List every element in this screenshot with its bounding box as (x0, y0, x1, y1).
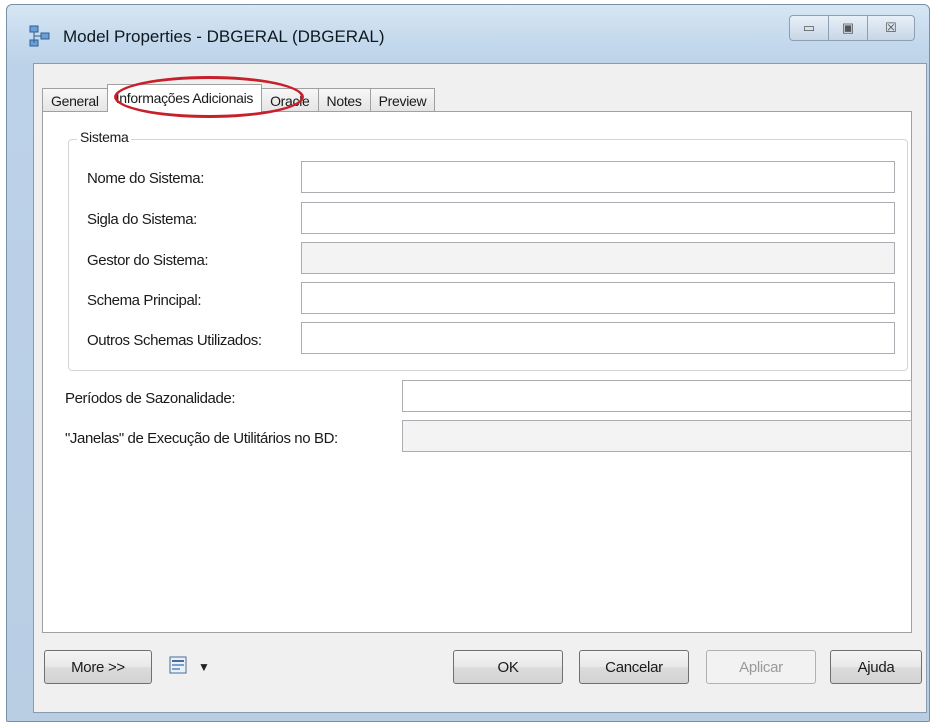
highlight-circle (114, 76, 304, 118)
field-label: Outros Schemas Utilizados: (87, 332, 262, 349)
schema-principal-input[interactable] (301, 282, 895, 314)
model-properties-icon (29, 25, 51, 47)
more-button[interactable]: More >> (44, 650, 152, 684)
window-title: Model Properties - DBGERAL (DBGERAL) (63, 27, 385, 46)
outros-schemas-input[interactable] (301, 322, 895, 354)
field-label: Períodos de Sazonalidade: (65, 390, 236, 407)
sigla-do-sistema-input[interactable] (301, 202, 895, 234)
field-label: "Janelas" de Execução de Utilitários no … (65, 430, 338, 447)
properties-menu-icon (168, 654, 190, 680)
field-label: Nome do Sistema: (87, 170, 204, 187)
dialog-client-area: General Informações Adicionais Oracle No… (33, 63, 927, 713)
field-label: Gestor do Sistema: (87, 252, 209, 269)
apply-button[interactable]: Aplicar (706, 650, 816, 684)
tab-notes[interactable]: Notes (317, 88, 371, 112)
field-label: Schema Principal: (87, 292, 202, 309)
help-button[interactable]: Ajuda (830, 650, 922, 684)
tab-general[interactable]: General (42, 88, 108, 112)
janelas-execucao-input[interactable] (402, 420, 912, 452)
dialog-window: Model Properties - DBGERAL (DBGERAL) ▭ ▣… (6, 4, 930, 722)
gestor-do-sistema-input[interactable] (301, 242, 895, 274)
nome-do-sistema-input[interactable] (301, 161, 895, 193)
maximize-icon[interactable]: ▣ (828, 15, 868, 41)
minimize-icon[interactable]: ▭ (789, 15, 829, 41)
tab-page: Sistema Nome do Sistema: Sigla do Sistem… (42, 111, 912, 633)
close-icon[interactable]: ☒ (867, 15, 915, 41)
chevron-down-icon[interactable]: ▼ (198, 660, 210, 674)
tab-preview[interactable]: Preview (369, 88, 436, 112)
periodos-sazonalidade-input[interactable] (402, 380, 912, 412)
group-title: Sistema (77, 129, 132, 145)
cancel-button[interactable]: Cancelar (579, 650, 689, 684)
properties-menu-button[interactable]: ▼ (162, 650, 226, 684)
title-bar[interactable]: Model Properties - DBGERAL (DBGERAL) ▭ ▣… (7, 5, 929, 61)
ok-button[interactable]: OK (453, 650, 563, 684)
field-label: Sigla do Sistema: (87, 211, 197, 228)
